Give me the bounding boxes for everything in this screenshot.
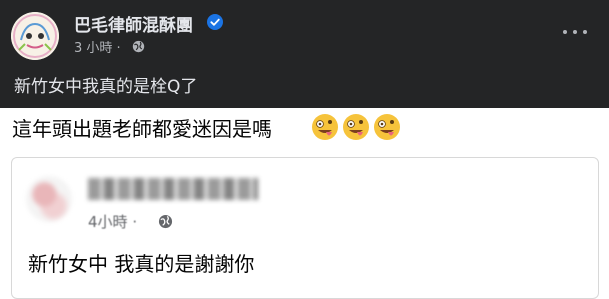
original-post: 巴毛律師混酥團 3 小時 · 新竹女中我真的是栓Q了 <box>0 0 609 108</box>
post-meta: 3 小時 · <box>74 37 121 56</box>
verified-badge-icon <box>207 14 223 30</box>
page-name[interactable]: 巴毛律師混酥團 <box>74 11 193 36</box>
post-text: 新竹女中我真的是栓Q了 <box>14 77 198 97</box>
shared-post-card[interactable]: 4小時 · 新竹女中 我真的是謝謝你 <box>11 157 599 299</box>
avatar-illustration <box>11 12 59 60</box>
blurred-avatar <box>26 176 72 222</box>
meta-separator: · <box>132 213 138 231</box>
globe-icon <box>158 214 173 229</box>
dot-icon <box>583 30 587 34</box>
zany-face-emoji-icon <box>312 114 338 140</box>
blurred-author-name <box>88 178 258 200</box>
shared-post-meta: 4小時 · <box>88 211 137 232</box>
post-time[interactable]: 3 小時 <box>74 41 112 56</box>
caption-text: 這年頭出題老師都愛迷因是嗎 <box>12 117 272 141</box>
shared-post-time[interactable]: 4小時 <box>88 213 128 231</box>
page-avatar[interactable] <box>11 12 59 60</box>
more-options-button[interactable] <box>562 24 588 40</box>
meta-separator: · <box>116 41 121 56</box>
zany-face-emoji-icon <box>343 114 369 140</box>
zany-face-emoji-icon <box>374 114 400 140</box>
shared-post-text: 新竹女中 我真的是謝謝你 <box>28 252 255 276</box>
dot-icon <box>563 30 567 34</box>
globe-icon <box>132 40 145 53</box>
dot-icon <box>573 30 577 34</box>
